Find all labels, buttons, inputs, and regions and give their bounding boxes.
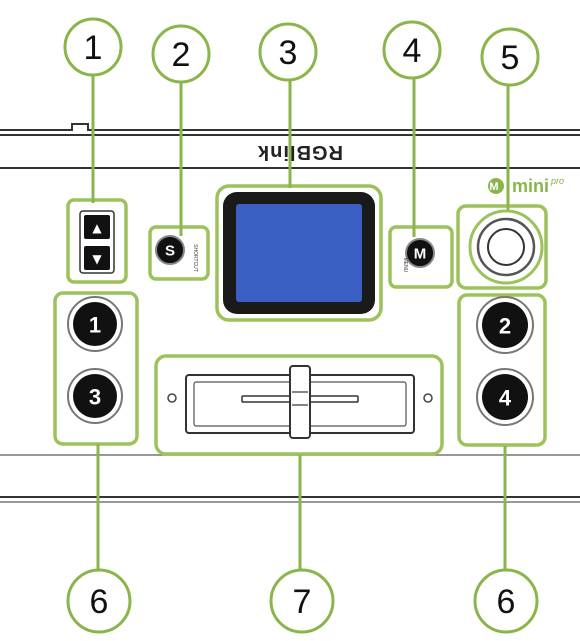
callout-6-right-label: 6: [497, 583, 516, 621]
callout-5: 5: [480, 27, 540, 87]
callout-2: 2: [151, 24, 211, 84]
menu-label: M: [414, 246, 427, 263]
callout-3: 3: [258, 22, 318, 82]
model-logo: M mini pro: [488, 176, 564, 196]
callout-1: 1: [63, 17, 123, 77]
callout-7: 7: [269, 568, 335, 634]
model-logo-main: mini: [512, 176, 549, 196]
menu-caption: MENU: [402, 258, 408, 273]
tbar-screw-left: [167, 393, 177, 403]
input-button-1[interactable]: 1: [67, 296, 123, 352]
down-arrow-icon: ▼: [92, 252, 102, 266]
shortcut-button[interactable]: S: [155, 235, 185, 265]
callout-4: 4: [382, 20, 442, 80]
input-button-3-label: 3: [89, 385, 101, 410]
joystick[interactable]: [468, 209, 544, 285]
menu-button[interactable]: M: [405, 238, 435, 268]
callout-1-label: 1: [84, 29, 103, 67]
down-arrow-button[interactable]: ▼: [84, 246, 110, 270]
svg-text:M: M: [489, 181, 498, 193]
brand-logo: RGBlink: [257, 141, 343, 163]
callout-6-left-label: 6: [90, 583, 109, 621]
callout-4-label: 4: [403, 32, 422, 70]
callout-7-label: 7: [293, 583, 312, 621]
callout-2-label: 2: [172, 36, 191, 74]
device-diagram: RGBlink M mini pro ▲ ▼ S SHORTCUT M MENU: [0, 17, 580, 634]
callout-6-left: 6: [66, 568, 132, 634]
up-arrow-button[interactable]: ▲: [84, 215, 110, 239]
input-button-1-label: 1: [89, 313, 101, 338]
input-button-2[interactable]: 2: [476, 296, 534, 354]
shortcut-label: S: [165, 243, 175, 260]
tbar-handle[interactable]: [289, 365, 311, 439]
model-logo-suffix: pro: [550, 176, 564, 186]
tbar-screw-right: [423, 393, 433, 403]
input-button-2-label: 2: [499, 314, 511, 339]
callout-5-label: 5: [501, 39, 520, 77]
input-button-4-label: 4: [499, 386, 512, 411]
lcd-screen: [236, 204, 362, 302]
input-button-4[interactable]: 4: [476, 368, 534, 426]
callout-3-label: 3: [279, 34, 298, 72]
shortcut-caption: SHORTCUT: [192, 244, 198, 272]
up-arrow-icon: ▲: [92, 221, 102, 235]
callout-6-right: 6: [473, 568, 539, 634]
tbar-fader: [167, 365, 433, 439]
input-button-3[interactable]: 3: [67, 368, 123, 424]
